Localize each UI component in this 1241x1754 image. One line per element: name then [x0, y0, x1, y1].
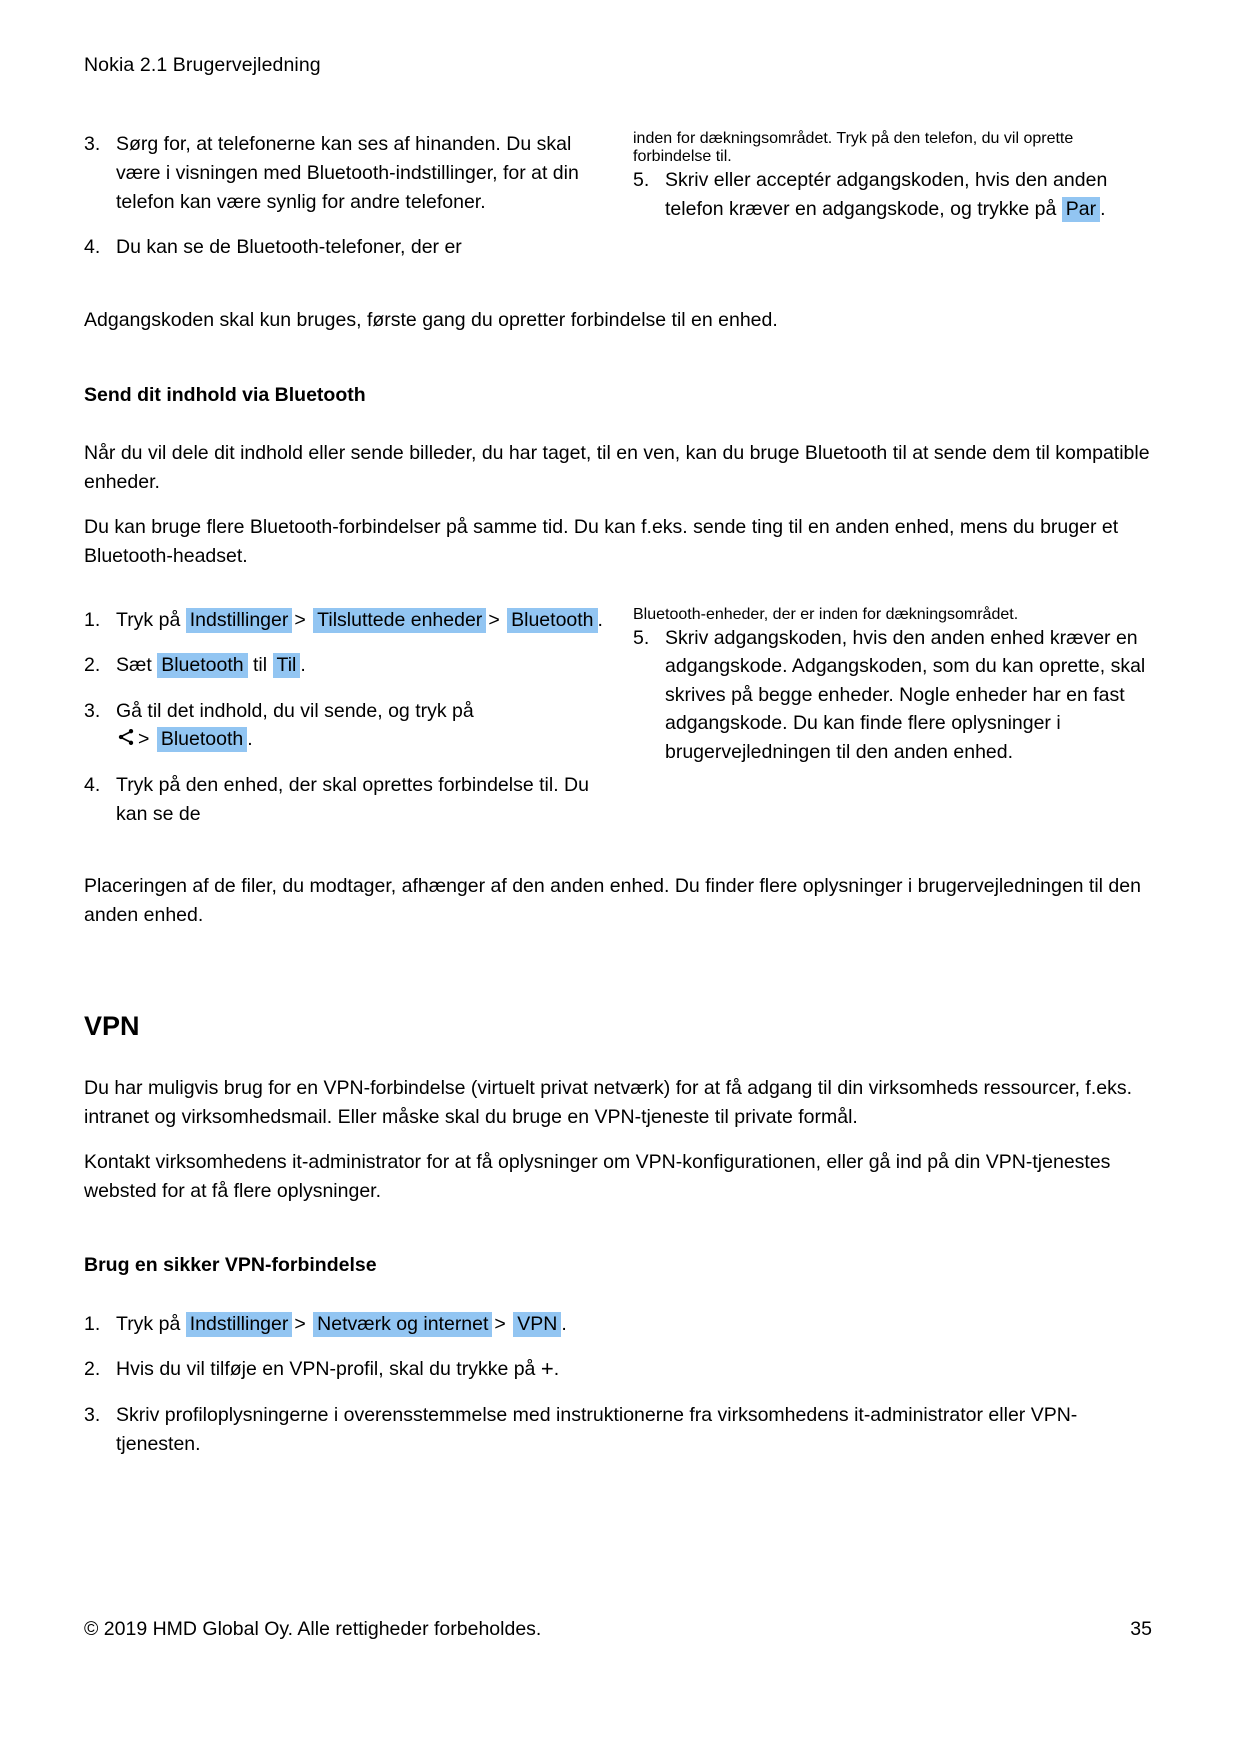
- list-marker: 2.: [84, 654, 101, 677]
- list-marker: 4.: [84, 236, 101, 259]
- list-item: 3. Gå til det indhold, du vil sende, og t…: [84, 697, 603, 754]
- running-head: Nokia 2.1 Brugervejledning: [84, 54, 321, 76]
- list-item: 2. Sæt Bluetooth til Til.: [84, 651, 603, 680]
- list-item-punctuation: .: [300, 654, 306, 677]
- list-item: 2. Hvis du vil tilføje en VPN-profil, ska…: [84, 1355, 1152, 1384]
- ui-chip-vpn[interactable]: VPN: [513, 1311, 562, 1337]
- list-item-punctuation: .: [1100, 197, 1106, 220]
- bluetooth-pair-step-list-right: 5. Skriv eller acceptér adgangskoden, hv…: [633, 166, 1152, 223]
- list-item-text: Sørg for, at telefonerne kan ses af hina…: [116, 133, 579, 213]
- path-separator: >: [294, 1312, 306, 1335]
- list-marker: 1.: [84, 608, 101, 631]
- list-item-punctuation: .: [597, 608, 603, 631]
- send-content-right-column: Bluetooth-enheder, der er inden for dækn…: [633, 606, 1152, 767]
- page-number: 35: [1130, 1618, 1152, 1640]
- path-separator: >: [494, 1312, 506, 1335]
- list-item: 1. Tryk på Indstillinger > Tilsluttede enh…: [84, 606, 603, 635]
- ui-chip-til[interactable]: Til: [272, 653, 301, 679]
- sub-heading-vpn-secure: Brug en sikker VPN-forbindelse: [84, 1254, 377, 1277]
- list-marker: 3.: [84, 1404, 101, 1427]
- document-page: Nokia 2.1 Brugervejledning 3. Sørg for, …: [0, 0, 1241, 1754]
- list-item-text: Sæt: [116, 654, 152, 677]
- list-item-punctuation: .: [553, 1358, 560, 1381]
- bluetooth-pair-step-list-left: 3. Sørg for, at telefonerne kan ses af h…: [84, 130, 603, 262]
- list-item-text: Skriv adgangskoden, hvis den anden enhed…: [665, 626, 1146, 764]
- vpn-step-list: 1. Tryk på Indstillinger > Netværk og inte…: [84, 1310, 1152, 1459]
- list-item-text: Du kan se de Bluetooth-telefoner, der er: [116, 236, 462, 259]
- send-content-paragraph-1: Når du vil dele dit indhold eller sende …: [84, 441, 1150, 493]
- ui-chip-par[interactable]: Par: [1061, 196, 1101, 222]
- passcode-note: Adgangskoden skal kun bruges, første gan…: [84, 308, 778, 331]
- share-icon[interactable]: [116, 727, 136, 747]
- list-item-text: Tryk på: [116, 1312, 181, 1335]
- list-marker: 1.: [84, 1312, 101, 1335]
- plus-icon[interactable]: +: [541, 1356, 554, 1381]
- path-separator: >: [488, 608, 500, 631]
- vpn-paragraph-1: Du har muligvis brug for en VPN-forbinde…: [84, 1076, 1133, 1128]
- ui-chip-tilsluttede-enheder[interactable]: Tilsluttede enheder: [313, 607, 487, 633]
- list-item-punctuation: .: [247, 728, 253, 751]
- vpn-paragraph-2: Kontakt virksomhedens it-administrator f…: [84, 1151, 1111, 1202]
- ui-chip-netvaerk-og-internet[interactable]: Netværk og internet: [313, 1311, 493, 1337]
- send-content-columns: 1. Tryk på Indstillinger > Tilsluttede enh…: [84, 606, 1152, 829]
- list-marker: 5.: [633, 626, 650, 649]
- ui-chip-indstillinger[interactable]: Indstillinger: [185, 1311, 293, 1337]
- list-item: 1. Tryk på Indstillinger > Netværk og inte…: [84, 1310, 1152, 1339]
- list-marker: 2.: [84, 1358, 101, 1381]
- path-separator: >: [294, 608, 306, 631]
- send-content-step-list-left: 1. Tryk på Indstillinger > Tilsluttede enh…: [84, 606, 603, 829]
- section-heading-send-content: Send dit indhold via Bluetooth: [84, 383, 366, 406]
- bluetooth-pair-columns: 3. Sørg for, at telefonerne kan ses af h…: [84, 130, 1152, 262]
- list-item-text: Tryk på den enhed, der skal oprettes for…: [116, 774, 589, 825]
- list-item-text: Tryk på: [116, 608, 181, 631]
- page-footer: © 2019 HMD Global Oy. Alle rettigheder f…: [84, 1618, 1152, 1641]
- bluetooth-pair-continuation: inden for dækningsområdet. Tryk på den t…: [633, 130, 1074, 166]
- page-content: Nokia 2.1 Brugervejledning 3. Sørg for, …: [84, 52, 1152, 1458]
- send-content-paragraph-2: Du kan bruge flere Bluetooth-forbindelse…: [84, 516, 1119, 567]
- list-item: 4. Tryk på den enhed, der skal oprettes …: [84, 771, 603, 828]
- ui-chip-bluetooth[interactable]: Bluetooth: [157, 653, 248, 679]
- list-item-text: Skriv eller acceptér adgangskoden, hvis …: [665, 169, 1108, 220]
- send-content-continuation: Bluetooth-enheder, der er inden for dækn…: [633, 605, 1019, 623]
- list-item: 3. Sørg for, at telefonerne kan ses af h…: [84, 130, 603, 216]
- section-heading-vpn: VPN: [84, 1010, 140, 1041]
- list-item: 4. Du kan se de Bluetooth-telefoner, der…: [84, 233, 603, 262]
- list-marker: 4.: [84, 774, 101, 797]
- list-marker: 3.: [84, 133, 101, 156]
- list-item-text: til: [253, 654, 268, 677]
- send-content-step-list-right: 5. Skriv adgangskoden, hvis den anden en…: [633, 624, 1152, 767]
- ui-chip-indstillinger[interactable]: Indstillinger: [185, 607, 293, 633]
- path-separator: >: [138, 728, 150, 751]
- list-marker: 3.: [84, 699, 101, 722]
- send-content-left-column: 1. Tryk på Indstillinger > Tilsluttede enh…: [84, 606, 603, 829]
- list-item: 5. Skriv eller acceptér adgangskoden, hv…: [633, 166, 1152, 223]
- list-item-text: Skriv profiloplysningerne i overensstemm…: [116, 1404, 1078, 1455]
- list-marker: 5.: [633, 169, 650, 192]
- bluetooth-pair-left-column: 3. Sørg for, at telefonerne kan ses af h…: [84, 130, 603, 262]
- list-item: 5. Skriv adgangskoden, hvis den anden en…: [633, 624, 1152, 767]
- copyright-notice: © 2019 HMD Global Oy. Alle rettigheder f…: [84, 1618, 542, 1640]
- bluetooth-pair-right-column: inden for dækningsområdet. Tryk på den t…: [633, 130, 1152, 223]
- ui-chip-bluetooth[interactable]: Bluetooth: [507, 607, 598, 633]
- list-item-text: Gå til det indhold, du vil sende, og try…: [116, 699, 474, 722]
- list-item-punctuation: .: [561, 1312, 567, 1335]
- ui-chip-bluetooth[interactable]: Bluetooth: [156, 727, 248, 753]
- send-content-closing: Placeringen af de filer, du modtager, af…: [84, 875, 1141, 927]
- list-item: 3. Skriv profiloplysningerne i overensst…: [84, 1401, 1152, 1458]
- list-item-text: Hvis du vil tilføje en VPN-profil, skal …: [116, 1358, 536, 1381]
